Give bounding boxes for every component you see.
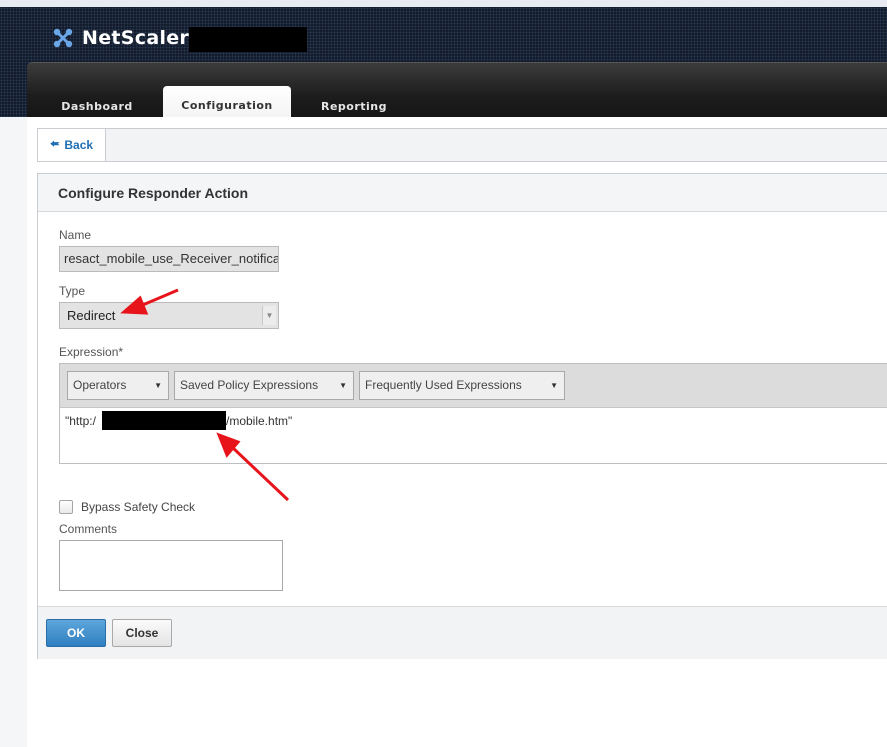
chevron-down-icon: ▼ — [550, 381, 558, 390]
type-select[interactable]: Redirect ▼ — [59, 302, 279, 329]
brand: NetScaler — [52, 25, 189, 51]
frequently-used-expressions-dropdown[interactable]: Frequently Used Expressions ▼ — [359, 371, 565, 400]
bypass-safety-check[interactable]: Bypass Safety Check — [59, 500, 195, 514]
navigation-bar: 🢘 Back — [37, 128, 887, 162]
type-selected-value: Redirect — [67, 308, 116, 323]
operators-label: Operators — [73, 378, 127, 392]
redacted-url-host — [102, 411, 226, 430]
panel-footer: OK Close — [38, 606, 887, 659]
redacted-hostname — [189, 27, 307, 52]
main-content: 🢘 Back Configure Responder Action Name r… — [27, 117, 887, 747]
close-button[interactable]: Close — [112, 619, 172, 647]
comments-textarea[interactable] — [59, 540, 283, 591]
ok-button[interactable]: OK — [46, 619, 106, 647]
expression-text-suffix: /mobile.htm" — [226, 414, 293, 428]
operators-dropdown[interactable]: Operators ▼ — [67, 371, 169, 400]
saved-policy-expressions-dropdown[interactable]: Saved Policy Expressions ▼ — [174, 371, 354, 400]
netscaler-logo-icon — [53, 28, 73, 48]
frequent-label: Frequently Used Expressions — [365, 378, 522, 392]
expression-editor[interactable]: Operators ▼ Saved Policy Expressions ▼ F… — [59, 363, 887, 464]
left-arrow-icon: 🢘 — [49, 136, 60, 151]
page-title: Configure Responder Action — [58, 184, 249, 201]
chevron-down-icon: ▼ — [262, 306, 276, 325]
configure-responder-action-panel: Configure Responder Action Name resact_m… — [37, 173, 887, 659]
back-button[interactable]: 🢘 Back — [38, 129, 106, 161]
comments-label: Comments — [59, 522, 118, 536]
bypass-safety-label: Bypass Safety Check — [81, 500, 196, 514]
name-field[interactable]: resact_mobile_use_Receiver_notificati — [59, 246, 279, 272]
saved-policy-label: Saved Policy Expressions — [180, 378, 319, 392]
expression-toolbar: Operators ▼ Saved Policy Expressions ▼ F… — [60, 364, 887, 408]
type-label: Type — [59, 284, 86, 298]
back-label: Back — [64, 138, 94, 152]
chevron-down-icon: ▼ — [339, 381, 347, 390]
expression-text-prefix: "http:/ — [65, 414, 96, 428]
app-header: NetScaler Dashboard Configuration Report… — [0, 0, 887, 125]
expression-label: Expression* — [59, 345, 124, 359]
bypass-safety-checkbox[interactable] — [59, 500, 73, 514]
panel-header: Configure Responder Action — [38, 174, 887, 212]
chevron-down-icon: ▼ — [154, 381, 162, 390]
brand-name: NetScaler — [82, 27, 190, 49]
name-label: Name — [59, 228, 92, 242]
main-tabs: Dashboard Configuration Reporting — [27, 62, 887, 125]
left-gutter — [0, 117, 27, 747]
